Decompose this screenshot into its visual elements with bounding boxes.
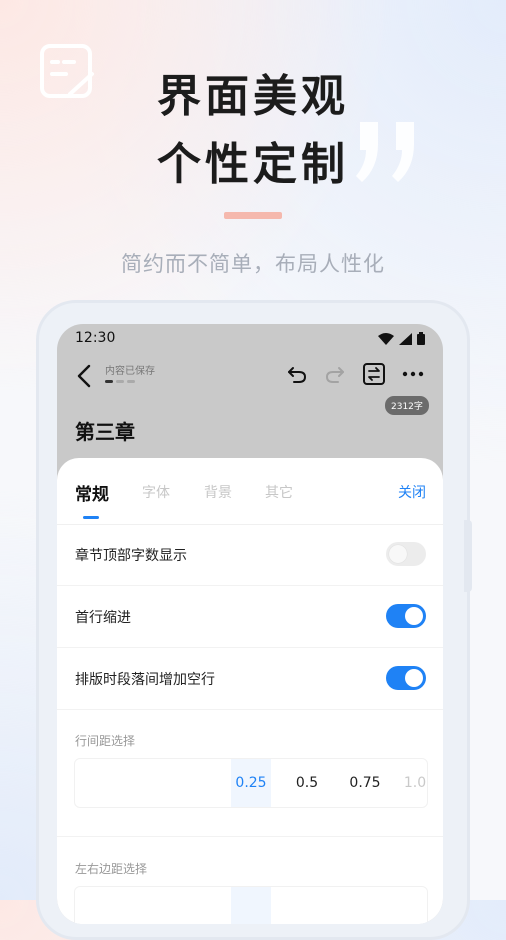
save-status: 内容已保存 (105, 366, 155, 377)
setting-label: 排版时段落间增加空行 (75, 672, 215, 688)
word-count-badge: 2312字 (385, 396, 429, 415)
wifi-icon (378, 332, 394, 345)
margin-picker[interactable] (74, 886, 428, 924)
undo-icon[interactable] (285, 362, 309, 386)
tab-general[interactable]: 常规 (75, 480, 109, 505)
setting-row-paragraph-spacing: 排版时段落间增加空行 (57, 648, 443, 710)
setting-label: 首行缩进 (75, 610, 131, 626)
chapter-title[interactable]: 第三章 (75, 416, 135, 445)
phone-screen: 12:30 内容已保存 2312字 第三章 常规 字体 背景 其它 关闭 章节顶… (57, 324, 443, 924)
status-icons (378, 332, 425, 345)
redo-icon[interactable] (323, 362, 347, 386)
accent-bar (224, 212, 282, 219)
battery-icon (417, 332, 425, 345)
first-line-indent-toggle[interactable] (386, 604, 426, 628)
setting-row-chapter-word-count: 章节顶部字数显示 (57, 524, 443, 586)
more-options-icon[interactable] (401, 362, 425, 386)
active-tab-indicator (83, 516, 99, 519)
line-spacing-option[interactable]: 0.25 (231, 759, 271, 807)
chapter-word-count-toggle[interactable] (386, 542, 426, 566)
section-divider (57, 836, 443, 837)
tab-background[interactable]: 背景 (204, 482, 232, 502)
headline-line-2: 个性定制 (157, 139, 349, 190)
setting-label: 章节顶部字数显示 (75, 548, 187, 564)
line-spacing-option[interactable]: 0.75 (345, 759, 385, 807)
tab-other[interactable]: 其它 (265, 482, 293, 502)
paragraph-spacing-toggle[interactable] (386, 666, 426, 690)
status-bar: 12:30 (57, 324, 443, 354)
save-progress-dots (105, 380, 135, 383)
subtitle: 简约而不简单，布局人性化 (121, 252, 385, 276)
line-spacing-option[interactable]: 0.5 (287, 759, 327, 807)
margin-option[interactable] (231, 887, 271, 924)
back-arrow-icon[interactable] (73, 362, 97, 390)
setting-row-first-line-indent: 首行缩进 (57, 586, 443, 648)
phone-side-button (464, 520, 472, 592)
close-button[interactable]: 关闭 (398, 482, 426, 502)
signal-icon (399, 332, 412, 345)
tab-font[interactable]: 字体 (142, 482, 170, 502)
editor-header: 内容已保存 (57, 354, 443, 402)
typesetting-icon[interactable] (361, 361, 387, 387)
line-spacing-option[interactable]: 1.0 (395, 759, 427, 807)
line-spacing-picker[interactable]: 0.25 0.5 0.75 1.0 (74, 758, 428, 808)
settings-tabs: 常规 字体 背景 其它 关闭 (57, 458, 443, 525)
line-spacing-label: 行间距选择 (75, 734, 136, 748)
status-time: 12:30 (75, 330, 116, 346)
margin-label: 左右边距选择 (75, 862, 148, 876)
settings-sheet: 常规 字体 背景 其它 关闭 章节顶部字数显示 首行缩进 排版时段落间增加空行 … (57, 458, 443, 924)
headline-line-1: 界面美观 (157, 71, 349, 122)
